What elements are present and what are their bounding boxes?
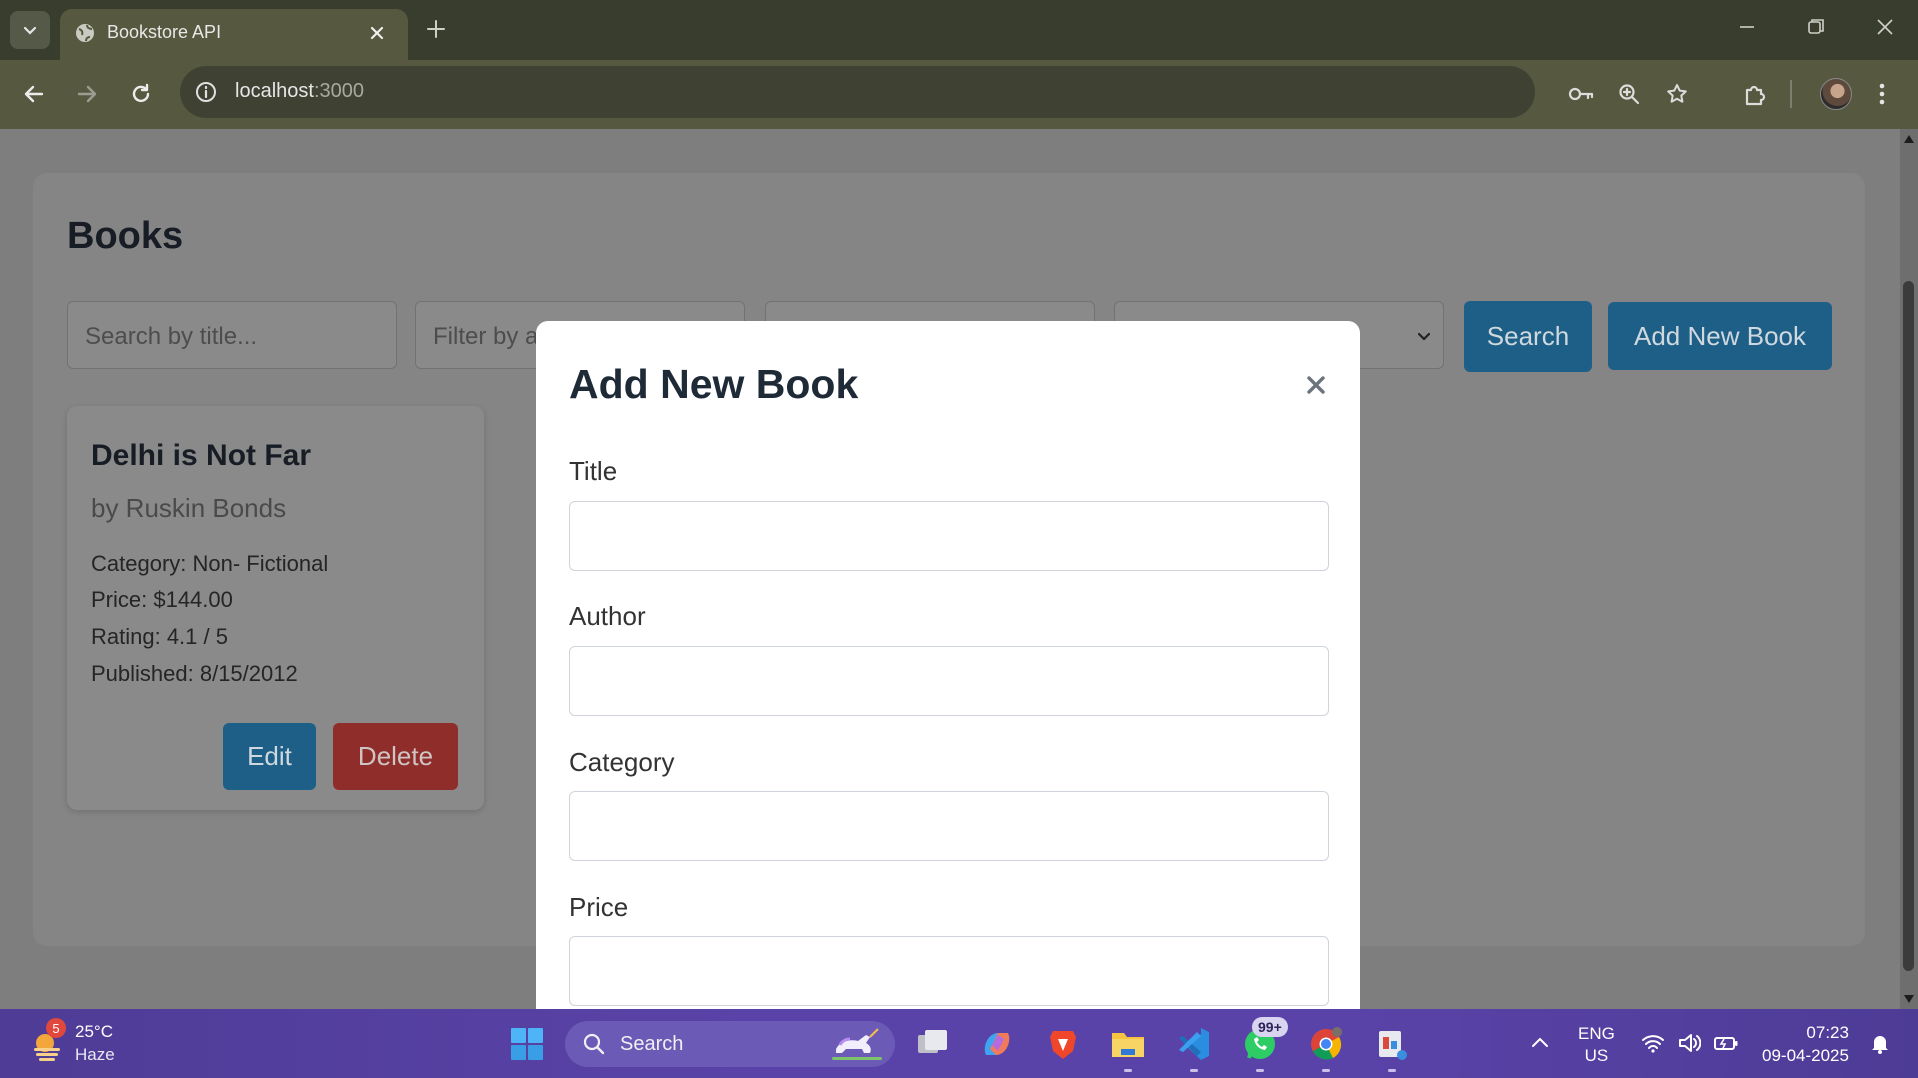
- running-indicator: [1256, 1069, 1264, 1072]
- browser-toolbar: localhost:3000: [0, 60, 1918, 129]
- battery-icon[interactable]: [1713, 1033, 1739, 1053]
- running-indicator: [1124, 1069, 1132, 1072]
- zoom-icon[interactable]: [1617, 82, 1641, 106]
- scroll-up-icon[interactable]: [1904, 135, 1914, 143]
- close-icon[interactable]: [368, 24, 386, 42]
- author-input[interactable]: [569, 646, 1329, 716]
- language-indicator[interactable]: ENG US: [1578, 1023, 1615, 1067]
- bookmark-star-icon[interactable]: [1665, 82, 1689, 106]
- weather-widget[interactable]: 5 25°C Haze: [0, 1009, 130, 1078]
- app-installer-button[interactable]: [1373, 1025, 1411, 1063]
- copilot-icon: [984, 1033, 1010, 1055]
- running-indicator: [1388, 1069, 1396, 1072]
- scrollbar-thumb[interactable]: [1903, 281, 1914, 971]
- forward-icon[interactable]: [75, 82, 99, 106]
- taskbar: 5 25°C Haze Search 99+ ENG US 07:23 09-0…: [0, 1009, 1918, 1078]
- book-category: Category: Non- Fictional: [91, 551, 329, 576]
- file-explorer-button[interactable]: [1109, 1025, 1147, 1063]
- profile-avatar[interactable]: [1820, 78, 1852, 110]
- price-input[interactable]: [569, 936, 1329, 1006]
- temperature: 25°C: [75, 1022, 113, 1041]
- tab-title: Bookstore API: [107, 22, 222, 42]
- taskbar-search[interactable]: Search: [565, 1021, 895, 1067]
- extensions-icon[interactable]: [1742, 82, 1768, 108]
- unicorn-icon: [832, 1028, 882, 1060]
- book-author: by Ruskin Bonds: [91, 493, 287, 523]
- menu-kebab-icon[interactable]: [1877, 82, 1887, 106]
- modal-title: Add New Book: [569, 361, 859, 407]
- url-text: localhost:3000: [235, 80, 364, 103]
- search-placeholder: Search by title...: [85, 323, 258, 350]
- weather-badge: 5: [46, 1018, 66, 1038]
- search-icon: [583, 1033, 605, 1055]
- category-input[interactable]: [569, 791, 1329, 861]
- keyboard-region: US: [1584, 1046, 1609, 1065]
- tab-strip: Bookstore API: [0, 0, 1918, 60]
- page-title: Books: [67, 215, 184, 257]
- folder-icon: [1112, 1033, 1144, 1057]
- language-code: ENG: [1578, 1024, 1615, 1043]
- minimize-icon[interactable]: [1736, 16, 1758, 38]
- title-label: Title: [569, 456, 618, 486]
- delete-button[interactable]: Delete: [333, 723, 458, 790]
- volume-icon[interactable]: [1677, 1032, 1701, 1054]
- add-book-modal: Add New Book Title Author Category Price: [536, 321, 1360, 1011]
- globe-icon: [76, 24, 94, 42]
- back-icon[interactable]: [22, 82, 46, 106]
- running-indicator: [1190, 1069, 1198, 1072]
- reload-icon[interactable]: [129, 82, 153, 106]
- chevron-down-icon: [1417, 332, 1431, 341]
- window-close-icon[interactable]: [1874, 16, 1896, 38]
- modal-close-button[interactable]: [1300, 369, 1332, 401]
- copilot-button[interactable]: [978, 1025, 1016, 1063]
- password-key-icon[interactable]: [1567, 82, 1595, 106]
- add-new-book-button[interactable]: Add New Book: [1608, 302, 1832, 370]
- vscode-icon: [1179, 1028, 1209, 1060]
- book-price: Price: $144.00: [91, 587, 233, 612]
- running-indicator: [1322, 1069, 1330, 1072]
- brave-button[interactable]: [1044, 1025, 1082, 1063]
- site-info-icon[interactable]: [194, 80, 218, 104]
- new-tab-icon[interactable]: [425, 18, 447, 40]
- tab-search-dropdown[interactable]: [10, 11, 50, 49]
- windows-start-icon[interactable]: [510, 1027, 544, 1061]
- taskbar-search-label: Search: [620, 1033, 684, 1055]
- task-view-button[interactable]: [913, 1025, 951, 1063]
- filter-placeholder: Filter by a: [433, 323, 539, 350]
- close-icon: [1307, 376, 1325, 394]
- author-label: Author: [569, 601, 646, 631]
- weather-condition: Haze: [75, 1045, 115, 1064]
- brave-icon: [1050, 1031, 1076, 1059]
- book-published: Published: 8/15/2012: [91, 661, 298, 686]
- clock[interactable]: 07:23 09-04-2025: [1762, 1021, 1849, 1067]
- chrome-button[interactable]: [1307, 1025, 1345, 1063]
- clock-date: 09-04-2025: [1762, 1046, 1849, 1065]
- price-label: Price: [569, 892, 629, 922]
- book-title: Delhi is Not Far: [91, 439, 312, 472]
- search-button[interactable]: Search: [1464, 301, 1592, 372]
- book-rating: Rating: 4.1 / 5: [91, 624, 228, 649]
- clock-time: 07:23: [1806, 1023, 1849, 1042]
- title-input[interactable]: [569, 501, 1329, 571]
- task-view-icon: [918, 1030, 947, 1053]
- search-input[interactable]: Search by title...: [67, 301, 397, 369]
- category-label: Category: [569, 747, 675, 777]
- whatsapp-badge: 99+: [1252, 1017, 1288, 1037]
- toolbar-separator: [1790, 80, 1792, 108]
- book-card: Delhi is Not Far by Ruskin Bonds Categor…: [67, 406, 484, 810]
- url-port: :3000: [313, 80, 364, 102]
- wifi-icon[interactable]: [1641, 1033, 1665, 1053]
- browser-tab[interactable]: Bookstore API: [60, 9, 408, 60]
- chevron-up-icon[interactable]: [1530, 1035, 1550, 1049]
- notification-bell-icon[interactable]: [1868, 1031, 1892, 1055]
- url-host: localhost: [235, 80, 314, 102]
- restore-icon[interactable]: [1805, 16, 1827, 38]
- scroll-down-icon[interactable]: [1904, 995, 1914, 1003]
- chrome-icon: [1311, 1027, 1342, 1060]
- app-installer-icon: [1379, 1031, 1407, 1060]
- vscode-button[interactable]: [1175, 1025, 1213, 1063]
- edit-button[interactable]: Edit: [223, 723, 316, 790]
- address-bar[interactable]: localhost:3000: [180, 66, 1535, 118]
- chevron-down-icon: [23, 26, 37, 35]
